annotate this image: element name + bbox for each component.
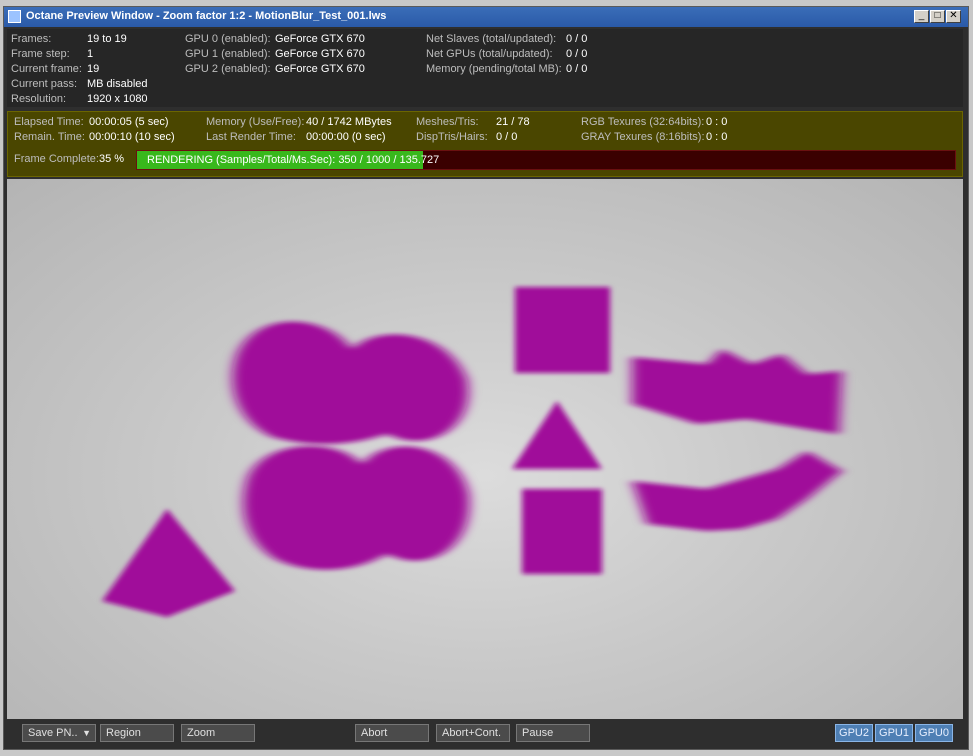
app-icon — [8, 10, 21, 23]
save-png-label: Save PN.. — [28, 727, 78, 739]
render-viewport[interactable] — [7, 179, 963, 719]
elapsed-value: 00:00:05 (5 sec) — [89, 116, 169, 128]
cube — [515, 287, 610, 373]
arrow-shape-top — [632, 349, 842, 434]
frame-step-label: Frame step: — [11, 48, 70, 60]
net-memory-value: 0 / 0 — [566, 63, 588, 75]
octane-preview-window: Octane Preview Window - Zoom factor 1:2 … — [3, 6, 969, 750]
net-memory-label: Memory (pending/total MB): — [426, 63, 562, 75]
rgb-textures-value: 0 : 0 — [706, 116, 728, 128]
resolution-label: Resolution: — [11, 93, 67, 105]
torus-knot-top — [232, 321, 469, 445]
arrow-shape-bottom — [632, 451, 842, 531]
meshes-value: 21 / 78 — [496, 116, 530, 128]
gpu0-value: GeForce GTX 670 — [275, 33, 365, 45]
window-title: Octane Preview Window - Zoom factor 1:2 … — [26, 10, 387, 22]
frames-value: 19 to 19 — [87, 33, 127, 45]
disp-label: DispTris/Hairs: — [416, 131, 488, 143]
rgb-textures-label: RGB Texures (32:64bits): — [581, 116, 705, 128]
gpu1-toggle[interactable]: GPU1 — [875, 724, 913, 742]
remain-value: 00:00:10 (10 sec) — [89, 131, 175, 143]
memory-value: 40 / 1742 MBytes — [306, 116, 392, 128]
close-button[interactable]: ✕ — [946, 10, 961, 23]
cylinder — [522, 489, 602, 574]
bottom-toolbar: Save PN.. ▼ Region Zoom Abort Abort+Cont… — [4, 719, 968, 749]
net-slaves-label: Net Slaves (total/updated): — [426, 33, 557, 45]
abort-continue-button[interactable]: Abort+Cont. — [436, 724, 510, 742]
render-stats-panel: Elapsed Time: 00:00:05 (5 sec) Remain. T… — [7, 111, 963, 177]
gpu0-label: GPU 0 (enabled): — [185, 33, 271, 45]
torus-knot-bottom — [243, 445, 470, 570]
memory-label: Memory (Use/Free): — [206, 116, 305, 128]
last-render-label: Last Render Time: — [206, 131, 296, 143]
minimize-button[interactable]: _ — [914, 10, 929, 23]
render-progress-text: RENDERING (Samples/Total/Ms.Sec): 350 / … — [147, 154, 440, 166]
gpu2-value: GeForce GTX 670 — [275, 63, 365, 75]
remain-label: Remain. Time: — [14, 131, 85, 143]
frame-step-value: 1 — [87, 48, 94, 60]
pyramid — [102, 509, 235, 617]
last-render-value: 00:00:00 (0 sec) — [306, 131, 386, 143]
region-button[interactable]: Region — [100, 724, 174, 742]
gray-textures-value: 0 : 0 — [706, 131, 728, 143]
zoom-button[interactable]: Zoom — [181, 724, 255, 742]
pause-button[interactable]: Pause — [516, 724, 590, 742]
gpu0-toggle[interactable]: GPU0 — [915, 724, 953, 742]
gray-textures-label: GRAY Texures (8:16bits): — [581, 131, 705, 143]
render-scene — [102, 287, 842, 617]
current-pass-value: MB disabled — [87, 78, 148, 90]
current-frame-value: 19 — [87, 63, 100, 75]
title-bar[interactable]: Octane Preview Window - Zoom factor 1:2 … — [4, 7, 968, 27]
cone — [512, 401, 602, 469]
gpu2-label: GPU 2 (enabled): — [185, 63, 271, 75]
current-frame-label: Current frame: — [11, 63, 82, 75]
gpu1-label: GPU 1 (enabled): — [185, 48, 271, 60]
frame-complete-label: Frame Complete: — [14, 153, 99, 165]
abort-button[interactable]: Abort — [355, 724, 429, 742]
maximize-button[interactable]: □ — [930, 10, 945, 23]
gpu1-value: GeForce GTX 670 — [275, 48, 365, 60]
meshes-label: Meshes/Tris: — [416, 116, 479, 128]
net-gpus-value: 0 / 0 — [566, 48, 588, 60]
net-slaves-value: 0 / 0 — [566, 33, 588, 45]
frames-label: Frames: — [11, 33, 52, 45]
frame-complete-value: 35 % — [99, 153, 125, 165]
chevron-down-icon: ▼ — [82, 728, 91, 738]
render-progress-bar: RENDERING (Samples/Total/Ms.Sec): 350 / … — [136, 150, 956, 170]
current-pass-label: Current pass: — [11, 78, 78, 90]
net-gpus-label: Net GPUs (total/updated): — [426, 48, 553, 60]
gpu2-toggle[interactable]: GPU2 — [835, 724, 873, 742]
disp-value: 0 / 0 — [496, 131, 518, 143]
info-panel: Frames: 19 to 19 Frame step: 1 Current f… — [7, 29, 963, 107]
elapsed-label: Elapsed Time: — [14, 116, 84, 128]
save-png-dropdown[interactable]: Save PN.. ▼ — [22, 724, 96, 742]
resolution-value: 1920 x 1080 — [87, 93, 148, 105]
